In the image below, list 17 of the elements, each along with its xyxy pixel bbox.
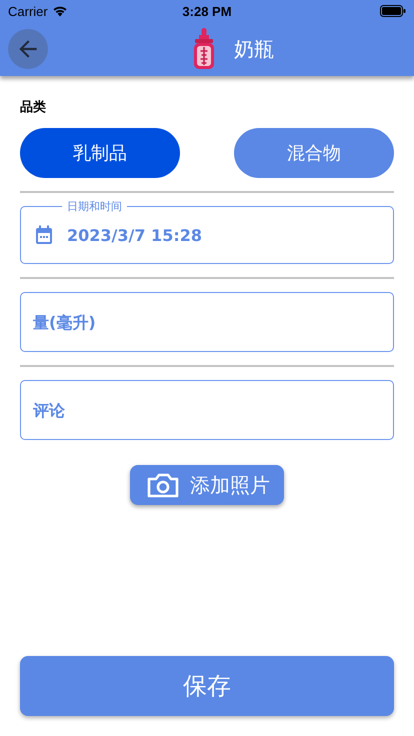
battery-icon: [380, 5, 406, 17]
category-label: 品类: [20, 99, 47, 116]
add-photo-button[interactable]: 添加照片: [130, 465, 284, 505]
baby-bottle-icon: [192, 27, 216, 71]
camera-icon: [146, 472, 180, 498]
calendar-icon: [35, 225, 53, 245]
back-button[interactable]: [8, 29, 48, 69]
carrier-name: Carrier: [8, 4, 48, 18]
wifi-icon: [52, 5, 68, 17]
field-label: 日期和时间: [62, 200, 127, 214]
save-button[interactable]: 保存: [20, 656, 394, 716]
category-option[interactable]: 乳制品: [20, 128, 180, 178]
status-time: 3:28 PM: [182, 4, 232, 18]
page-title: 奶瓶: [234, 36, 274, 62]
category-option[interactable]: 混合物: [234, 128, 394, 178]
amount-field[interactable]: 量(毫升): [20, 292, 394, 352]
comment-field[interactable]: 评论: [20, 380, 394, 440]
